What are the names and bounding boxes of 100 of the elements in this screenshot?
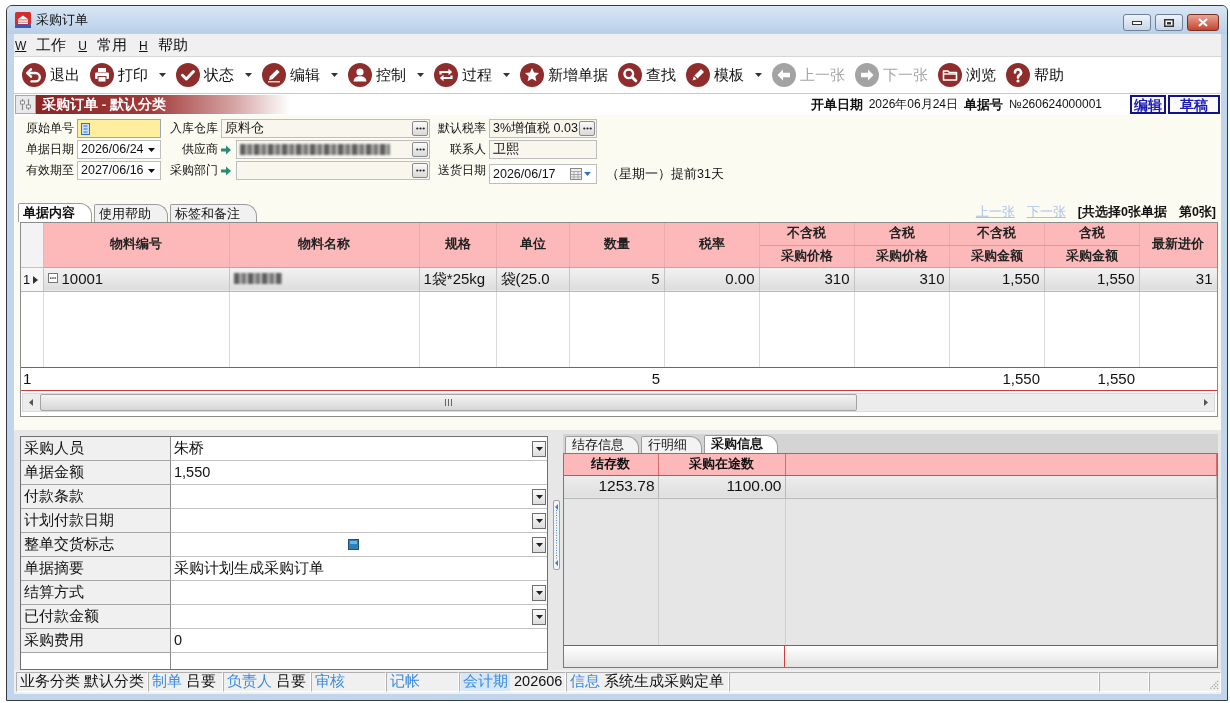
field-label: 联系人 <box>449 141 486 158</box>
text-field[interactable]: 卫熙 <box>489 140 597 159</box>
status-value: 吕要 <box>276 673 306 691</box>
table-cell: 310 <box>854 267 949 291</box>
lookup-button[interactable] <box>412 121 428 136</box>
dropdown-button[interactable] <box>532 608 546 625</box>
resize-grip-icon <box>1209 680 1219 690</box>
splitter-handle[interactable] <box>553 500 560 570</box>
tab[interactable]: 采购信息 <box>704 435 778 453</box>
caret-icon <box>535 614 543 619</box>
close-button[interactable] <box>1187 14 1219 31</box>
date-field[interactable]: 2026/06/24 <box>77 140 161 159</box>
text-field[interactable] <box>77 119 161 138</box>
tab[interactable]: 单据内容 <box>18 203 92 222</box>
status-label: 会计期 <box>461 673 510 691</box>
date-picker[interactable]: 2026/06/17 <box>489 164 597 184</box>
property-label: 结算方式 <box>21 581 171 605</box>
pencil-icon <box>262 63 286 87</box>
field-label: 原始单号 <box>25 120 74 137</box>
menu-item[interactable]: U 常用 <box>78 36 127 54</box>
square-icon <box>347 539 359 550</box>
lookup-field[interactable] <box>236 140 430 159</box>
tab[interactable]: 使用帮助 <box>94 204 168 222</box>
property-label: 单据摘要 <box>21 557 171 581</box>
lookup-field[interactable] <box>236 161 430 180</box>
ellipsis-icon <box>415 169 425 172</box>
toolbar-button[interactable]: 过程 <box>434 63 510 87</box>
toolbar-button[interactable]: 打印 <box>90 63 166 87</box>
lookup-field[interactable]: 3%增值税 0.03 <box>489 119 597 138</box>
menu-item[interactable]: W 工作 <box>15 36 67 54</box>
cycle-arrows-icon <box>434 63 458 87</box>
column-group-header: 不含税 <box>949 223 1044 245</box>
column-group-header: 不含税 <box>759 223 854 245</box>
toolbar-button[interactable]: 编辑 <box>262 63 338 87</box>
dropdown-button[interactable] <box>532 512 546 529</box>
caret-icon <box>535 518 543 523</box>
dropdown-button[interactable] <box>532 584 546 601</box>
arrow-right-icon <box>221 165 231 176</box>
arrow-left-icon <box>772 63 796 87</box>
toolbar-button[interactable]: 控制 <box>348 63 424 87</box>
date-field[interactable]: 2027/06/16 <box>77 161 161 180</box>
property-field[interactable]: 1,550 <box>171 461 547 485</box>
total-cell-text: 5 <box>650 369 661 389</box>
field-label: 默认税率 <box>437 120 486 137</box>
lookup-button[interactable] <box>412 163 428 178</box>
property-label: 整单交货标志 <box>21 533 171 557</box>
horizontal-scrollbar[interactable] <box>22 393 1215 412</box>
tab[interactable]: 行明细 <box>641 436 702 453</box>
column-group-header: 含税 <box>1044 223 1139 245</box>
ellipsis-icon <box>415 148 425 151</box>
toolbar-button[interactable]: 退出 <box>22 63 80 87</box>
table-cell: 0.00 <box>664 267 759 291</box>
status-label: 记帐 <box>390 673 420 691</box>
lookup-button[interactable] <box>412 142 428 157</box>
toolbar-button[interactable]: 模板 <box>686 63 762 87</box>
column-header: 结存数 <box>564 454 658 475</box>
caret-icon <box>535 494 543 499</box>
tab[interactable]: 结存信息 <box>565 436 639 453</box>
column-header: 数量 <box>569 223 664 267</box>
property-field[interactable]: 0 <box>171 629 547 653</box>
lookup-button[interactable] <box>579 121 595 136</box>
row-number: 1 <box>23 272 31 287</box>
menu-item[interactable]: H 帮助 <box>139 36 188 54</box>
table-cell: 310 <box>759 267 854 291</box>
status-label: 负责人 <box>227 673 272 691</box>
status-button[interactable]: 编辑 <box>1130 95 1166 114</box>
property-label: 已付款金额 <box>21 605 171 629</box>
pencil-icon <box>686 63 710 87</box>
toolbar-button[interactable]: 查找 <box>618 63 676 87</box>
dropdown-button[interactable] <box>532 488 546 505</box>
table-cell: 10001 <box>61 270 104 287</box>
total-cell-text: 1 <box>22 369 33 389</box>
toolbar-button[interactable]: 浏览 <box>938 63 996 87</box>
lookup-field[interactable]: 原料仓 <box>221 119 430 138</box>
ellipsis-icon <box>415 127 425 130</box>
toolbar-button[interactable]: 状态 <box>176 63 252 87</box>
caret-icon <box>535 542 543 547</box>
minimize-button[interactable] <box>1123 14 1151 31</box>
scrollbar-thumb[interactable] <box>40 394 857 411</box>
property-field[interactable]: 采购计划生成采购订单 <box>171 557 547 581</box>
status-button[interactable]: 草稿 <box>1168 95 1220 114</box>
number-value: №260624000001 <box>1009 97 1102 112</box>
dropdown-button[interactable] <box>532 536 546 553</box>
printer-icon <box>90 63 114 87</box>
property-field[interactable]: 朱桥 <box>171 437 547 461</box>
table-cell: 5 <box>569 267 664 291</box>
grip-icon <box>445 399 452 406</box>
maximize-button[interactable] <box>1155 14 1183 31</box>
document-title: 采购订单 - 默认分类 <box>36 95 290 114</box>
tab[interactable]: 标签和备注 <box>170 204 257 222</box>
caret-icon <box>584 172 591 176</box>
dropdown-button[interactable] <box>532 440 546 457</box>
toolbar-button[interactable]: 帮助 <box>1006 63 1064 87</box>
field-label: 有效期至 <box>25 162 74 179</box>
close-icon <box>1198 18 1208 27</box>
search-icon <box>618 63 642 87</box>
toolbar-button[interactable]: 新增单据 <box>520 63 608 87</box>
total-cell-text: 1,550 <box>1096 369 1136 389</box>
status-label: 业务分类 <box>20 673 80 691</box>
column-header: 物料名称 <box>229 223 419 267</box>
